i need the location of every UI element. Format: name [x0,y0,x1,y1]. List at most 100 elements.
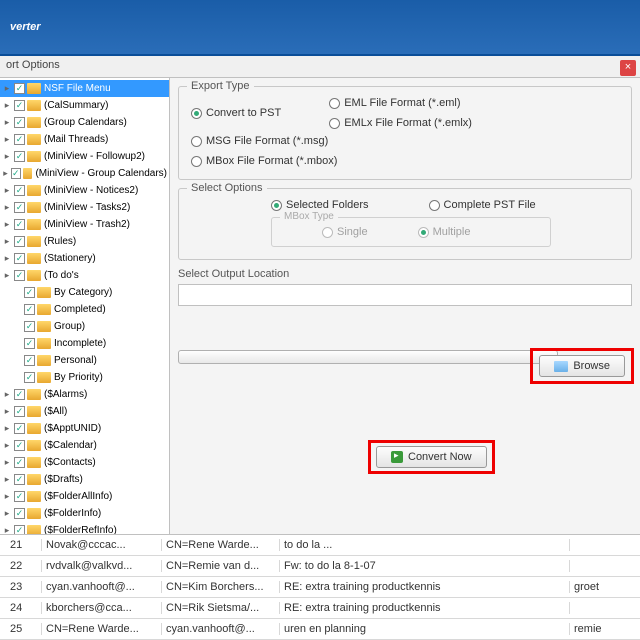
tree-item[interactable]: ✓By Priority) [0,369,169,386]
tree-item-label: ($Calendar) [44,440,97,451]
tree-item-label: (Rules) [44,236,76,247]
folder-icon [27,491,41,502]
tree-item-label: (MiniView - Followup2) [44,151,145,162]
progress-bar [178,350,558,364]
folder-icon [37,287,51,298]
tree-item-label: NSF File Menu [44,83,111,94]
tree-item[interactable]: ✓Personal) [0,352,169,369]
folder-icon [554,361,568,372]
tree-item[interactable]: ✓Group) [0,318,169,335]
folder-icon [27,202,41,213]
radio-convert-pst[interactable]: Convert to PST [191,107,281,119]
tree-item-label: By Priority) [54,372,103,383]
tree-item[interactable]: ▸✓(MiniView - Trash2) [0,216,169,233]
tree-item-label: (CalSummary) [44,100,108,111]
radio-mbox-multiple: Multiple [418,226,471,238]
table-row[interactable]: 25CN=Rene Warde...cyan.vanhooft@...uren … [0,619,640,640]
mbox-type-group: MBox Type Single Multiple [271,217,551,247]
folder-icon [27,117,41,128]
folder-icon [27,219,41,230]
tree-item[interactable]: ▸✓(Rules) [0,233,169,250]
radio-msg[interactable]: MSG File Format (*.msg) [191,135,337,147]
radio-complete-pst[interactable]: Complete PST File [429,199,536,211]
radio-mbox[interactable]: MBox File Format (*.mbox) [191,155,337,167]
folder-icon [27,134,41,145]
folder-icon [27,457,41,468]
tree-item-label: (Stationery) [44,253,96,264]
folder-icon [23,168,33,179]
folder-icon [27,83,41,94]
tree-item-label: ($FolderInfo) [44,508,101,519]
folder-icon [37,304,51,315]
title-bar: verter [0,0,640,56]
tree-item[interactable]: ▸✓($Drafts) [0,471,169,488]
tree-item-label: (Mail Threads) [44,134,108,145]
folder-icon [27,151,41,162]
radio-mbox-single: Single [322,226,368,238]
tree-item-label: (MiniView - Group Calendars) [35,168,167,179]
mbox-type-title: MBox Type [280,211,338,222]
tree-item-label: (MiniView - Notices2) [44,185,138,196]
tree-item[interactable]: ▸✓(MiniView - Followup2) [0,148,169,165]
results-grid[interactable]: 21Novak@cccac...CN=Rene Warde...to do la… [0,534,640,640]
tree-item[interactable]: ▸✓(Stationery) [0,250,169,267]
folder-icon [37,355,51,366]
main-area: ▸✓NSF File Menu▸✓(CalSummary)▸✓(Group Ca… [0,78,640,534]
output-location-label: Select Output Location [178,268,632,280]
folder-icon [27,100,41,111]
folder-icon [27,508,41,519]
tree-item[interactable]: ▸✓($Contacts) [0,454,169,471]
tree-item-label: ($FolderAllInfo) [44,491,112,502]
tree-item-label: Completed) [54,304,106,315]
tree-item[interactable]: ✓By Category) [0,284,169,301]
tree-item[interactable]: ▸✓(MiniView - Notices2) [0,182,169,199]
tree-item-label: (MiniView - Tasks2) [44,202,130,213]
tree-item-label: Incomplete) [54,338,106,349]
tree-item[interactable]: ▸✓($FolderInfo) [0,505,169,522]
tree-item[interactable]: ✓Incomplete) [0,335,169,352]
convert-highlight: Convert Now [368,440,495,474]
table-row[interactable]: 23cyan.vanhooft@...CN=Kim Borchers...RE:… [0,577,640,598]
tree-item-label: ($Drafts) [44,474,83,485]
tree-item[interactable]: ▸✓(Mail Threads) [0,131,169,148]
browse-highlight: Browse [530,348,634,384]
tree-item[interactable]: ▸✓(MiniView - Tasks2) [0,199,169,216]
table-row[interactable]: 22rvdvalk@valkvd...CN=Remie van d...Fw: … [0,556,640,577]
tree-item[interactable]: ▸✓(Group Calendars) [0,114,169,131]
radio-eml[interactable]: EML File Format (*.eml) [329,97,472,109]
tree-item-label: ($FolderRefInfo) [44,525,117,534]
folder-icon [27,525,41,534]
radio-emlx[interactable]: EMLx File Format (*.emlx) [329,117,472,129]
convert-now-button[interactable]: Convert Now [376,446,487,468]
radio-selected-folders[interactable]: Selected Folders [271,199,369,211]
tree-item[interactable]: ▸✓(MiniView - Group Calendars) [0,165,169,182]
tree-item[interactable]: ▸✓(To do's [0,267,169,284]
table-row[interactable]: 24kborchers@cca...CN=Rik Sietsma/...RE: … [0,598,640,619]
tree-item[interactable]: ▸✓($Alarms) [0,386,169,403]
tree-item-label: ($All) [44,406,67,417]
tree-item[interactable]: ▸✓($ApptUNID) [0,420,169,437]
toolbar: ort Options [0,56,640,78]
tree-item[interactable]: ▸✓NSF File Menu [0,80,169,97]
tree-item[interactable]: ▸✓($FolderAllInfo) [0,488,169,505]
folder-icon [37,321,51,332]
browse-button[interactable]: Browse [539,355,625,377]
output-location-input[interactable] [178,284,632,306]
select-options-title: Select Options [187,182,267,194]
tree-item-label: (Group Calendars) [44,117,127,128]
folder-icon [27,389,41,400]
table-row[interactable]: 21Novak@cccac...CN=Rene Warde...to do la… [0,535,640,556]
tree-item[interactable]: ▸✓(CalSummary) [0,97,169,114]
tree-item[interactable]: ✓Completed) [0,301,169,318]
tree-item[interactable]: ▸✓($Calendar) [0,437,169,454]
tree-item[interactable]: ▸✓($All) [0,403,169,420]
tree-item-label: ($Contacts) [44,457,96,468]
folder-icon [27,270,41,281]
export-type-title: Export Type [187,80,254,92]
tree-item[interactable]: ▸✓($FolderRefInfo) [0,522,169,534]
folder-icon [37,338,51,349]
tree-item-label: Personal) [54,355,97,366]
close-icon[interactable]: × [620,60,636,76]
select-options-group: Select Options Selected Folders Complete… [178,188,632,260]
folder-tree[interactable]: ▸✓NSF File Menu▸✓(CalSummary)▸✓(Group Ca… [0,78,170,534]
